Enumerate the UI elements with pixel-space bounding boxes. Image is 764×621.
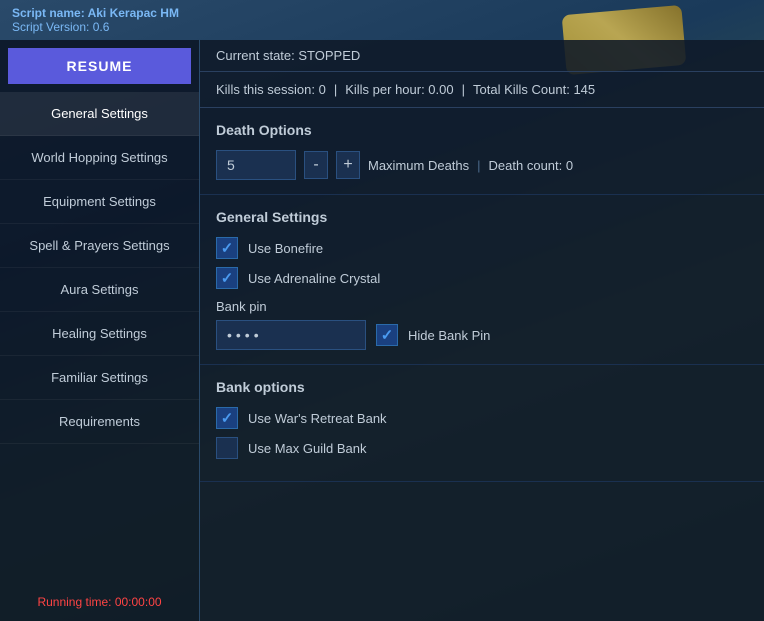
bank-pin-section: Bank pin Hide Bank Pin [216,299,748,350]
use-max-guild-row: Use Max Guild Bank [216,437,748,459]
bank-pin-row: Hide Bank Pin [216,320,748,350]
running-time: Running time: 00:00:00 [0,583,199,621]
death-count-display: Death count: 0 [489,158,574,173]
use-bonefire-label: Use Bonefire [248,241,323,256]
sidebar: RESUME General Settings World Hopping Se… [0,40,200,621]
stats-bar: Kills this session: 0 | Kills per hour: … [200,72,764,108]
hide-pin-label: Hide Bank Pin [408,328,490,343]
resume-button[interactable]: RESUME [8,48,191,84]
status-bar: Current state: STOPPED [200,40,764,72]
hide-pin-checkbox[interactable] [376,324,398,346]
use-adrenaline-crystal-checkbox[interactable] [216,267,238,289]
decrease-deaths-button[interactable]: - [304,151,328,179]
sidebar-item-equipment-settings[interactable]: Equipment Settings [0,180,199,224]
stats-sep1: | [334,82,337,97]
sidebar-item-spell-prayers-settings[interactable]: Spell & Prayers Settings [0,224,199,268]
sidebar-item-requirements[interactable]: Requirements [0,400,199,444]
death-options-title: Death Options [216,122,748,138]
use-adrenaline-crystal-label: Use Adrenaline Crystal [248,271,380,286]
bank-options-section: Bank options Use War's Retreat Bank Use … [200,365,764,482]
kills-per-hour: Kills per hour: 0.00 [345,82,453,97]
sidebar-item-aura-settings[interactable]: Aura Settings [0,268,199,312]
death-options-row: - + Maximum Deaths | Death count: 0 [216,150,748,180]
death-options-section: Death Options - + Maximum Deaths | Death… [200,108,764,195]
bank-pin-input[interactable] [216,320,366,350]
use-wars-retreat-row: Use War's Retreat Bank [216,407,748,429]
current-state: Current state: STOPPED [216,48,360,63]
use-adrenaline-crystal-row: Use Adrenaline Crystal [216,267,748,289]
use-bonefire-checkbox[interactable] [216,237,238,259]
script-name: Script name: Aki Kerapac HM [12,6,179,20]
use-wars-retreat-label: Use War's Retreat Bank [248,411,387,426]
sidebar-item-familiar-settings[interactable]: Familiar Settings [0,356,199,400]
use-wars-retreat-checkbox[interactable] [216,407,238,429]
general-settings-title: General Settings [216,209,748,225]
use-bonefire-row: Use Bonefire [216,237,748,259]
increase-deaths-button[interactable]: + [336,151,360,179]
bank-pin-field-label: Bank pin [216,299,748,314]
total-kills: Total Kills Count: 145 [473,82,595,97]
content-area: Current state: STOPPED Kills this sessio… [200,40,764,621]
script-info: Script name: Aki Kerapac HM Script Versi… [12,6,179,34]
sidebar-item-healing-settings[interactable]: Healing Settings [0,312,199,356]
sidebar-item-general-settings[interactable]: General Settings [0,92,199,136]
general-settings-section: General Settings Use Bonefire Use Adrena… [200,195,764,365]
max-deaths-input[interactable] [216,150,296,180]
bank-options-title: Bank options [216,379,748,395]
sidebar-item-world-hopping-settings[interactable]: World Hopping Settings [0,136,199,180]
kills-session: Kills this session: 0 [216,82,326,97]
stats-sep2: | [462,82,465,97]
script-version: Script Version: 0.6 [12,20,179,34]
max-deaths-label: Maximum Deaths [368,158,469,173]
death-separator: | [477,158,480,173]
use-max-guild-label: Use Max Guild Bank [248,441,367,456]
use-max-guild-checkbox[interactable] [216,437,238,459]
